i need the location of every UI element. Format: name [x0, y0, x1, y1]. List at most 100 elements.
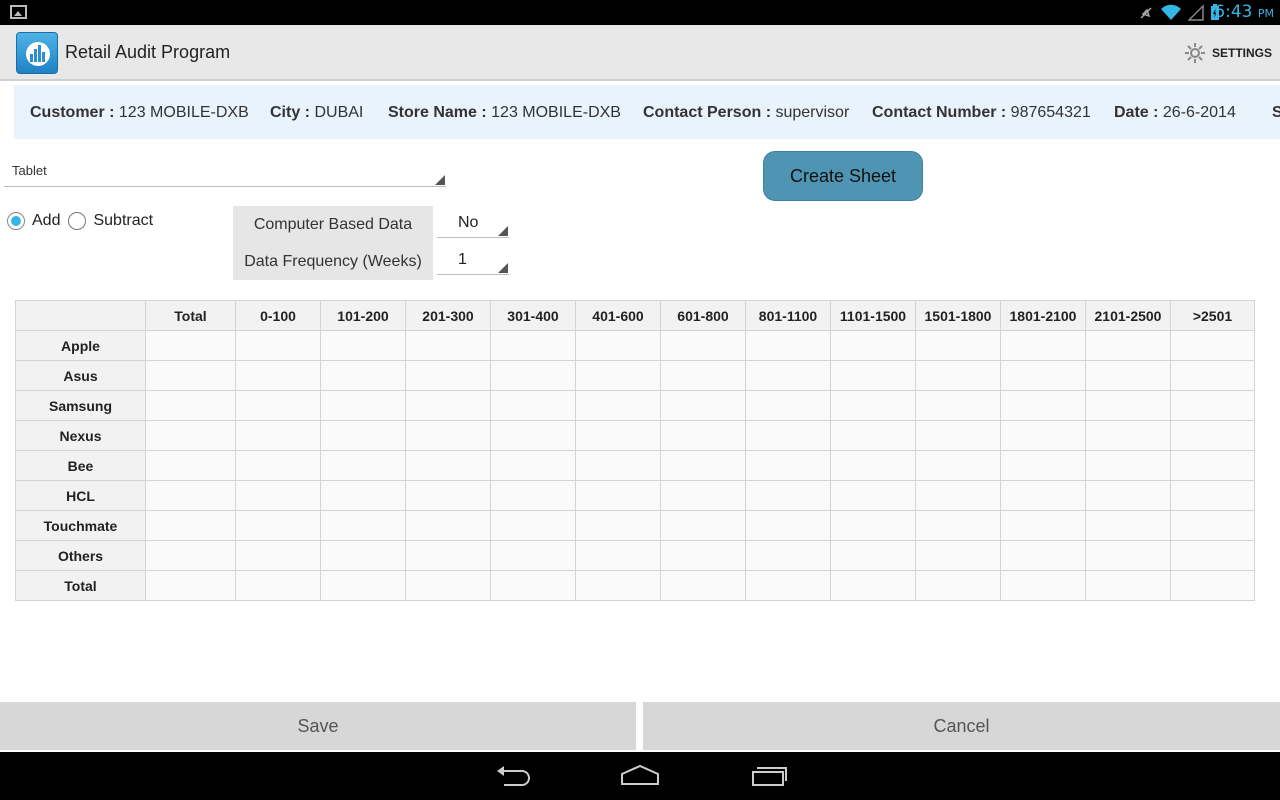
table-cell[interactable]	[745, 450, 831, 481]
table-cell[interactable]	[1085, 360, 1171, 391]
table-cell[interactable]	[1170, 540, 1255, 571]
table-cell[interactable]	[145, 480, 236, 511]
table-cell[interactable]	[915, 360, 1001, 391]
table-cell[interactable]	[235, 330, 321, 361]
table-cell[interactable]	[1000, 570, 1086, 601]
table-cell[interactable]	[405, 330, 491, 361]
table-cell[interactable]	[145, 450, 236, 481]
table-cell[interactable]	[1000, 480, 1086, 511]
table-cell[interactable]	[1085, 420, 1171, 451]
table-cell[interactable]	[320, 330, 406, 361]
table-cell[interactable]	[405, 390, 491, 421]
table-cell[interactable]	[1085, 570, 1171, 601]
table-cell[interactable]	[745, 360, 831, 391]
table-cell[interactable]	[1000, 540, 1086, 571]
table-cell[interactable]	[490, 540, 576, 571]
table-cell[interactable]	[1170, 480, 1255, 511]
table-cell[interactable]	[145, 540, 236, 571]
save-button[interactable]: Save	[0, 702, 636, 750]
table-cell[interactable]	[320, 480, 406, 511]
table-cell[interactable]	[575, 570, 661, 601]
table-cell[interactable]	[1000, 330, 1086, 361]
table-cell[interactable]	[235, 570, 321, 601]
add-radio[interactable]	[7, 212, 25, 230]
table-cell[interactable]	[320, 390, 406, 421]
table-cell[interactable]	[660, 390, 746, 421]
table-cell[interactable]	[830, 420, 916, 451]
table-cell[interactable]	[575, 450, 661, 481]
table-cell[interactable]	[1170, 510, 1255, 541]
table-cell[interactable]	[660, 330, 746, 361]
data-frequency-dropdown[interactable]: 1	[437, 244, 509, 275]
table-cell[interactable]	[830, 450, 916, 481]
table-cell[interactable]	[1170, 450, 1255, 481]
table-cell[interactable]	[830, 510, 916, 541]
table-cell[interactable]	[1170, 360, 1255, 391]
table-cell[interactable]	[490, 390, 576, 421]
app-logo-icon[interactable]	[16, 32, 58, 74]
table-cell[interactable]	[490, 330, 576, 361]
table-cell[interactable]	[235, 360, 321, 391]
table-cell[interactable]	[660, 510, 746, 541]
table-cell[interactable]	[1085, 540, 1171, 571]
table-cell[interactable]	[830, 540, 916, 571]
table-cell[interactable]	[320, 510, 406, 541]
table-cell[interactable]	[575, 360, 661, 391]
table-cell[interactable]	[915, 570, 1001, 601]
table-cell[interactable]	[320, 450, 406, 481]
table-cell[interactable]	[405, 480, 491, 511]
table-cell[interactable]	[145, 420, 236, 451]
table-cell[interactable]	[830, 390, 916, 421]
table-cell[interactable]	[830, 360, 916, 391]
subtract-radio-label[interactable]: Subtract	[93, 212, 153, 230]
table-cell[interactable]	[745, 480, 831, 511]
computer-based-data-dropdown[interactable]: No	[437, 207, 509, 238]
table-cell[interactable]	[660, 480, 746, 511]
table-cell[interactable]	[915, 450, 1001, 481]
recent-apps-icon[interactable]	[750, 762, 788, 788]
table-cell[interactable]	[745, 390, 831, 421]
table-cell[interactable]	[660, 450, 746, 481]
table-cell[interactable]	[1000, 510, 1086, 541]
table-cell[interactable]	[660, 570, 746, 601]
table-cell[interactable]	[1000, 450, 1086, 481]
table-cell[interactable]	[1170, 420, 1255, 451]
add-radio-label[interactable]: Add	[32, 212, 60, 230]
table-cell[interactable]	[490, 420, 576, 451]
table-cell[interactable]	[575, 420, 661, 451]
table-cell[interactable]	[490, 570, 576, 601]
table-cell[interactable]	[490, 450, 576, 481]
table-cell[interactable]	[745, 510, 831, 541]
table-cell[interactable]	[235, 390, 321, 421]
table-cell[interactable]	[490, 360, 576, 391]
table-cell[interactable]	[235, 450, 321, 481]
table-cell[interactable]	[575, 330, 661, 361]
table-cell[interactable]	[660, 420, 746, 451]
table-cell[interactable]	[405, 420, 491, 451]
table-cell[interactable]	[1085, 330, 1171, 361]
subtract-radio[interactable]	[68, 212, 87, 230]
table-cell[interactable]	[745, 540, 831, 571]
table-cell[interactable]	[490, 480, 576, 511]
table-cell[interactable]	[575, 510, 661, 541]
table-cell[interactable]	[830, 480, 916, 511]
table-cell[interactable]	[660, 540, 746, 571]
table-cell[interactable]	[745, 330, 831, 361]
table-cell[interactable]	[575, 390, 661, 421]
table-cell[interactable]	[235, 510, 321, 541]
table-cell[interactable]	[145, 360, 236, 391]
category-dropdown[interactable]: Tablet	[4, 158, 446, 187]
table-cell[interactable]	[1170, 570, 1255, 601]
table-cell[interactable]	[575, 540, 661, 571]
table-cell[interactable]	[320, 420, 406, 451]
table-cell[interactable]	[320, 360, 406, 391]
table-cell[interactable]	[915, 510, 1001, 541]
table-cell[interactable]	[1170, 330, 1255, 361]
table-cell[interactable]	[660, 360, 746, 391]
table-cell[interactable]	[1085, 390, 1171, 421]
home-icon[interactable]	[620, 762, 660, 788]
table-cell[interactable]	[830, 330, 916, 361]
table-cell[interactable]	[1170, 390, 1255, 421]
table-cell[interactable]	[1000, 360, 1086, 391]
cancel-button[interactable]: Cancel	[643, 702, 1280, 750]
